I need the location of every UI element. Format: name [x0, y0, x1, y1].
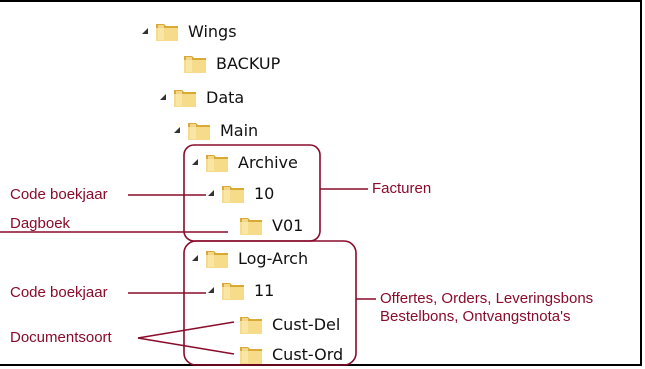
log-arch-group-box	[183, 240, 357, 366]
annotation-facturen: Facturen	[372, 180, 432, 197]
archive-group-box	[183, 144, 321, 242]
annotation-dagboek: Dagboek	[10, 215, 71, 232]
annotation-offertes-line2: Bestelbons, Ontvangstnota's	[380, 308, 571, 325]
annotation-offertes-line1: Offertes, Orders, Leveringsbons	[380, 290, 594, 307]
connector-documentsoort-cust-ord	[137, 337, 235, 355]
connector-documentsoort-cust-del	[137, 321, 235, 339]
annotation-code-boekjaar-2: Code boekjaar	[10, 284, 108, 301]
annotation-code-boekjaar-1: Code boekjaar	[10, 186, 108, 203]
annotation-documentsoort: Documentsoort	[10, 329, 112, 346]
